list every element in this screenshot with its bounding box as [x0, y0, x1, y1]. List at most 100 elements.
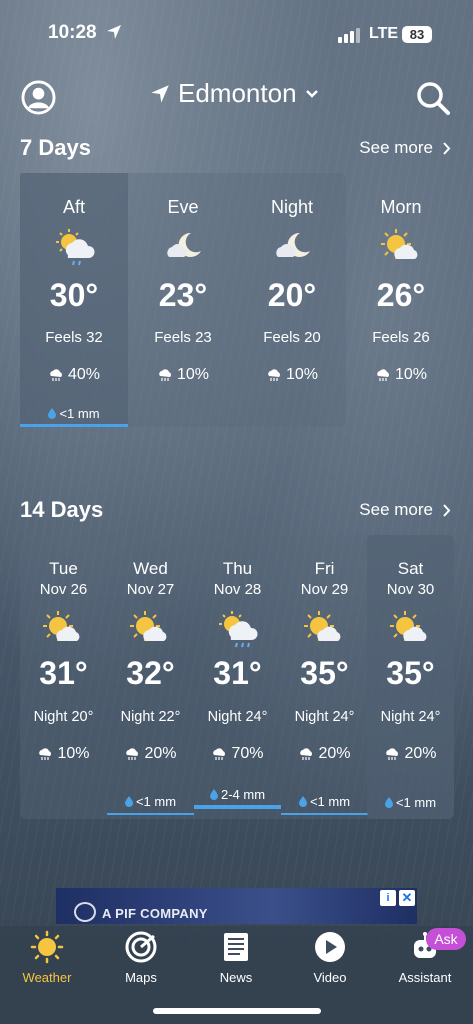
temperature: 20°: [267, 277, 317, 313]
temperature: 32°: [126, 655, 175, 691]
raindrop-icon: [124, 795, 133, 807]
period-column[interactable]: Aft 30° Feels 32 40% <1 mm: [20, 173, 128, 427]
ad-logo-icon: [74, 902, 96, 922]
precip-value: 20%: [404, 745, 437, 762]
day-date: Nov 29: [300, 581, 349, 598]
night-temp: Night 22°: [120, 709, 181, 725]
tab-video[interactable]: Video: [290, 930, 370, 985]
raindrop-icon: [384, 796, 393, 808]
chevron-down-icon: [305, 89, 318, 98]
day-column[interactable]: Thu Nov 28 31° Night 24° 70% 2-4 mm: [194, 535, 281, 819]
tab-label: Maps: [125, 970, 157, 985]
app-header: Edmonton: [0, 72, 473, 122]
night-temp: Night 24°: [207, 709, 268, 725]
rain-cloud-icon: [300, 748, 313, 760]
temperature: 35°: [300, 655, 349, 691]
day-name: Sat: [397, 559, 424, 578]
see-more-label: See more: [359, 500, 433, 519]
period-column[interactable]: Night 20° Feels 20 10%: [238, 173, 346, 427]
day-date: Nov 27: [126, 581, 175, 598]
precip-chance: 10%: [20, 745, 107, 763]
raindrop-icon: [209, 788, 218, 800]
night-temp: Night 20°: [33, 709, 94, 725]
rain-value: <1 mm: [395, 794, 437, 810]
feels-like: Feels 20: [263, 329, 321, 346]
partly-sunny-rain-icon: [219, 611, 258, 648]
raindrop-icon: [298, 795, 307, 807]
precip-chance: 10%: [238, 366, 346, 384]
moon-cloud-icon: [276, 232, 310, 257]
day-column[interactable]: Sat Nov 30 35° Night 24° 20% <1 mm: [367, 535, 454, 819]
period-column[interactable]: Morn 26° Feels 26 10%: [347, 173, 455, 427]
rain-cloud-icon: [50, 369, 62, 381]
day-column[interactable]: Tue Nov 26 31° Night 20° 10%: [20, 535, 107, 819]
search-icon[interactable]: [415, 80, 451, 116]
ad-info-icon[interactable]: i: [380, 890, 396, 906]
rain-amount: <1 mm: [281, 789, 368, 815]
raindrop-icon: [48, 408, 57, 419]
day-column[interactable]: Wed Nov 27 32° Night 22° 20% <1 mm: [107, 535, 194, 819]
rain-cloud-icon: [126, 748, 139, 760]
period-label: Morn: [380, 197, 422, 217]
period-column[interactable]: Eve 23° Feels 23 10%: [129, 173, 237, 427]
status-time: 10:28: [48, 22, 97, 43]
rain-cloud-icon: [268, 369, 280, 381]
precip-chance: 10%: [129, 366, 237, 384]
moon-cloud-icon: [167, 232, 201, 257]
seven-days-see-more[interactable]: See more: [359, 138, 451, 158]
day-name: Tue: [49, 559, 78, 578]
rain-amount: 2-4 mm: [194, 783, 281, 809]
temperature: 35°: [386, 655, 435, 691]
day-name: Fri: [314, 559, 335, 578]
precip-value: 20%: [144, 745, 177, 762]
tab-news[interactable]: News: [196, 930, 276, 985]
day-column[interactable]: Fri Nov 29 35° Night 24° 20% <1 mm: [281, 535, 368, 819]
partly-sunny-rain-icon: [56, 229, 95, 266]
city-selector[interactable]: Edmonton: [150, 78, 319, 109]
fourteen-days-title: 14 Days: [20, 497, 104, 522]
partly-sunny-icon: [304, 611, 341, 641]
precip-value: 10%: [285, 366, 319, 383]
night-temp: Night 24°: [380, 709, 441, 725]
feels-like: Feels 23: [154, 329, 212, 346]
precip-chance: 20%: [107, 745, 194, 763]
rain-amount: <1 mm: [20, 403, 128, 427]
rain-cloud-icon: [377, 369, 389, 381]
profile-icon[interactable]: [21, 80, 56, 115]
play-icon: [315, 932, 345, 962]
tab-maps[interactable]: Maps: [101, 930, 181, 985]
ad-text: A PIF COMPANY: [102, 906, 208, 921]
fourteen-days-see-more[interactable]: See more: [359, 500, 451, 520]
temperature: 30°: [49, 277, 99, 313]
network-label: LTE: [369, 25, 399, 42]
rain-amount: <1 mm: [107, 789, 194, 815]
period-label: Night: [270, 197, 314, 217]
day-date: Nov 30: [386, 581, 435, 598]
precip-value: 20%: [318, 745, 351, 762]
radar-icon: [125, 931, 157, 963]
rain-cloud-icon: [213, 748, 226, 760]
city-name: Edmonton: [178, 78, 297, 108]
feels-like: Feels 32: [45, 329, 103, 346]
partly-sunny-icon: [43, 611, 80, 641]
day-date: Nov 28: [213, 581, 262, 598]
precip-value: 40%: [67, 366, 101, 383]
precip-value: 10%: [394, 366, 428, 383]
rain-value: <1 mm: [135, 793, 177, 809]
precip-chance: 20%: [367, 745, 454, 763]
temperature: 26°: [376, 277, 426, 313]
tab-label: Video: [313, 970, 347, 985]
tab-weather[interactable]: Weather: [7, 930, 87, 985]
ad-close-icon[interactable]: ✕: [399, 890, 415, 906]
precip-value: 10%: [176, 366, 210, 383]
ask-badge[interactable]: Ask: [426, 928, 466, 950]
feels-like: Feels 26: [372, 329, 430, 346]
rain-cloud-icon: [386, 748, 399, 760]
rain-cloud-icon: [159, 369, 171, 381]
rain-cloud-icon: [39, 748, 52, 760]
location-arrow-icon: [151, 84, 169, 103]
newspaper-icon: [224, 933, 248, 961]
ad-banner[interactable]: A PIF COMPANY i ✕: [56, 888, 417, 924]
period-label: Eve: [167, 197, 199, 217]
home-indicator[interactable]: [153, 1008, 321, 1014]
